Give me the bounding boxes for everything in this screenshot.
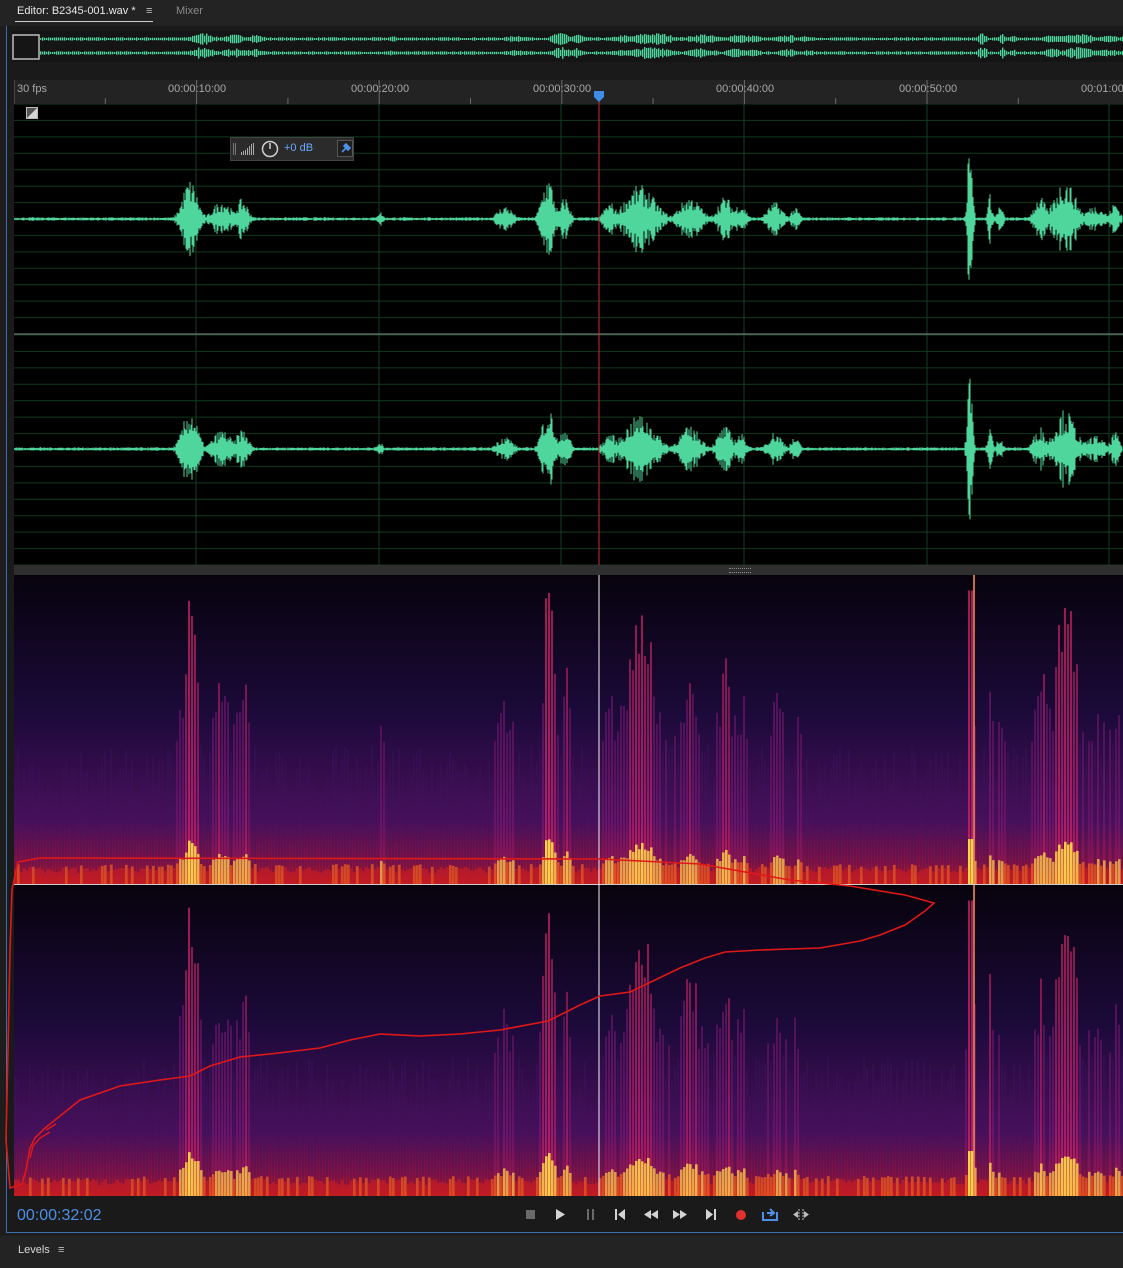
stop-icon[interactable] — [520, 1206, 542, 1224]
overview-waveform[interactable] — [12, 31, 1123, 62]
ruler-tick-label: 00:00:40:00 — [716, 83, 775, 95]
frame-rate-label: 30 fps — [17, 83, 47, 95]
grip-icon[interactable] — [233, 143, 236, 155]
pin-icon[interactable] — [337, 140, 353, 157]
go-to-start-icon[interactable] — [609, 1206, 631, 1224]
spectrogram-graphic — [14, 575, 1123, 1196]
fast-forward-icon[interactable] — [669, 1206, 691, 1224]
pause-icon[interactable] — [580, 1206, 602, 1224]
ruler-tick-label: 00:00:50:00 — [899, 83, 958, 95]
loop-icon[interactable] — [759, 1206, 781, 1224]
spectral-frequency-view[interactable] — [14, 575, 1123, 1196]
waveform-view[interactable] — [14, 104, 1123, 565]
view-divider[interactable] — [14, 565, 1123, 575]
overview-waveform-graphic — [12, 31, 1123, 62]
play-icon[interactable] — [549, 1206, 571, 1224]
levels-panel-menu-icon[interactable]: ≡ — [58, 1244, 64, 1256]
go-to-end-icon[interactable] — [700, 1206, 722, 1224]
tab-editor[interactable]: Editor: B2345-001.wav * — [17, 5, 136, 17]
skip-selection-icon[interactable] — [790, 1206, 812, 1224]
record-icon[interactable] — [730, 1206, 752, 1224]
playhead-timecode[interactable]: 00:00:32:02 — [17, 1207, 102, 1225]
ruler-tick-label: 00:00:30:00 — [533, 83, 592, 95]
levels-panel-title[interactable]: Levels — [18, 1244, 50, 1256]
divider-grip-icon[interactable] — [729, 568, 751, 573]
levels-panel — [0, 1236, 1123, 1268]
waveform-graphic — [14, 104, 1123, 565]
ruler-tick-label: 00:00:20:00 — [351, 83, 410, 95]
channel-toggle-icon[interactable] — [26, 107, 38, 119]
panel-menu-icon[interactable]: ≡ — [146, 5, 152, 17]
tab-mixer[interactable]: Mixer — [176, 5, 203, 17]
tab-bar — [0, 0, 1123, 26]
rewind-icon[interactable] — [640, 1206, 662, 1224]
ruler-tick-label: 00:00:10:00 — [168, 83, 227, 95]
ruler-tick-label: 00:01:00 — [1081, 83, 1123, 95]
gain-knob-icon[interactable] — [261, 140, 279, 158]
gain-value[interactable]: +0 dB — [284, 142, 313, 154]
active-tab-indicator — [15, 21, 153, 22]
meter-bars-icon — [241, 143, 254, 155]
hud-controls — [233, 140, 279, 158]
overview-viewport-handle[interactable] — [12, 34, 40, 60]
